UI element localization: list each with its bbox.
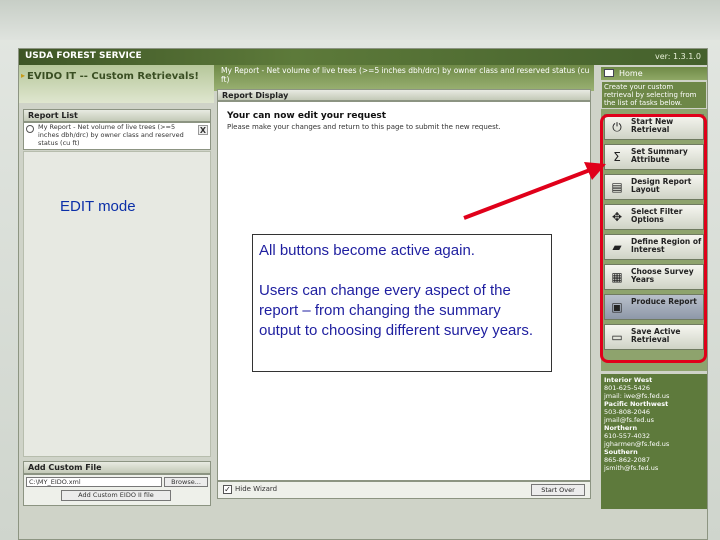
bullet-icon: ▸ [21, 71, 26, 80]
add-custom-file-button[interactable]: Add Custom EIDO II file [61, 490, 171, 501]
start-over-button[interactable]: Start Over [531, 484, 585, 496]
edit-request-title: Your can now edit your request [227, 111, 387, 121]
highlight-arrow [463, 162, 606, 220]
contact-entry: Northern 610-557-4032 jgharmen@fs.fed.us [604, 424, 706, 448]
contact-phone: 865-862-2087 [604, 456, 651, 464]
contact-region: Southern [604, 448, 638, 456]
browse-button[interactable]: Browse... [164, 477, 208, 487]
contact-email[interactable]: jgharmen@fs.fed.us [604, 440, 706, 448]
task-intro-text: Create your custom retrieval by selectin… [602, 82, 706, 108]
contact-phone: 503-808-2046 [604, 408, 651, 416]
contact-region: Interior West [604, 376, 653, 384]
hide-wizard-label: Hide Wizard [235, 485, 278, 493]
file-path-input[interactable]: C:\MY_EIDO.xml [26, 477, 162, 487]
callout-text-2: Users can change every aspect of the rep… [259, 282, 534, 339]
hide-wizard-checkbox[interactable]: ✓ [223, 485, 232, 494]
current-report-name: My Report - Net volume of live trees (>=… [221, 66, 590, 84]
callout-text-1: All buttons become active again. [259, 242, 475, 259]
version-label: ver: 1.3.1.0 [654, 52, 701, 61]
contact-email[interactable]: jsmith@fs.fed.us [604, 464, 706, 472]
edit-mode-label: EDIT mode [60, 198, 136, 215]
contact-phone: 801-625-5426 [604, 384, 651, 392]
left-pane-empty [23, 151, 211, 457]
highlight-frame [600, 114, 707, 363]
home-label[interactable]: Home [619, 69, 643, 78]
contact-entry: Pacific Northwest 503-808-2046 jmail@fs.… [604, 400, 706, 424]
contact-entry: Interior West 801-625-5426 jmail: iwe@fs… [604, 376, 706, 400]
contact-phone: 610-557-4032 [604, 432, 651, 440]
add-custom-file-header: Add Custom File [23, 461, 211, 474]
agency-title: USDA FOREST SERVICE [25, 51, 142, 61]
contact-email[interactable]: jmail@fs.fed.us [604, 416, 706, 424]
arrow-shaft [463, 168, 591, 220]
contact-region: Northern [604, 424, 638, 432]
contact-email[interactable]: jmail: iwe@fs.fed.us [604, 392, 706, 400]
report-list-item[interactable]: My Report - Net volume of live trees (>=… [38, 123, 198, 147]
report-display-header: Report Display [217, 89, 591, 101]
contact-entry: Southern 865-862-2087 jsmith@fs.fed.us [604, 448, 706, 472]
slide-top-strip [0, 0, 720, 40]
report-list-header: Report List [23, 109, 211, 122]
home-link[interactable] [601, 67, 707, 80]
contacts-list: Interior West 801-625-5426 jmail: iwe@fs… [604, 376, 706, 472]
report-select-radio[interactable] [26, 125, 34, 133]
callout-box: All buttons become active again. Users c… [252, 234, 552, 372]
app-title: EVIDO IT -- Custom Retrievals! [27, 71, 199, 82]
edit-request-instructions: Please make your changes and return to t… [227, 123, 501, 131]
close-icon[interactable]: X [198, 125, 208, 135]
contact-region: Pacific Northwest [604, 400, 669, 408]
home-icon [604, 69, 614, 77]
